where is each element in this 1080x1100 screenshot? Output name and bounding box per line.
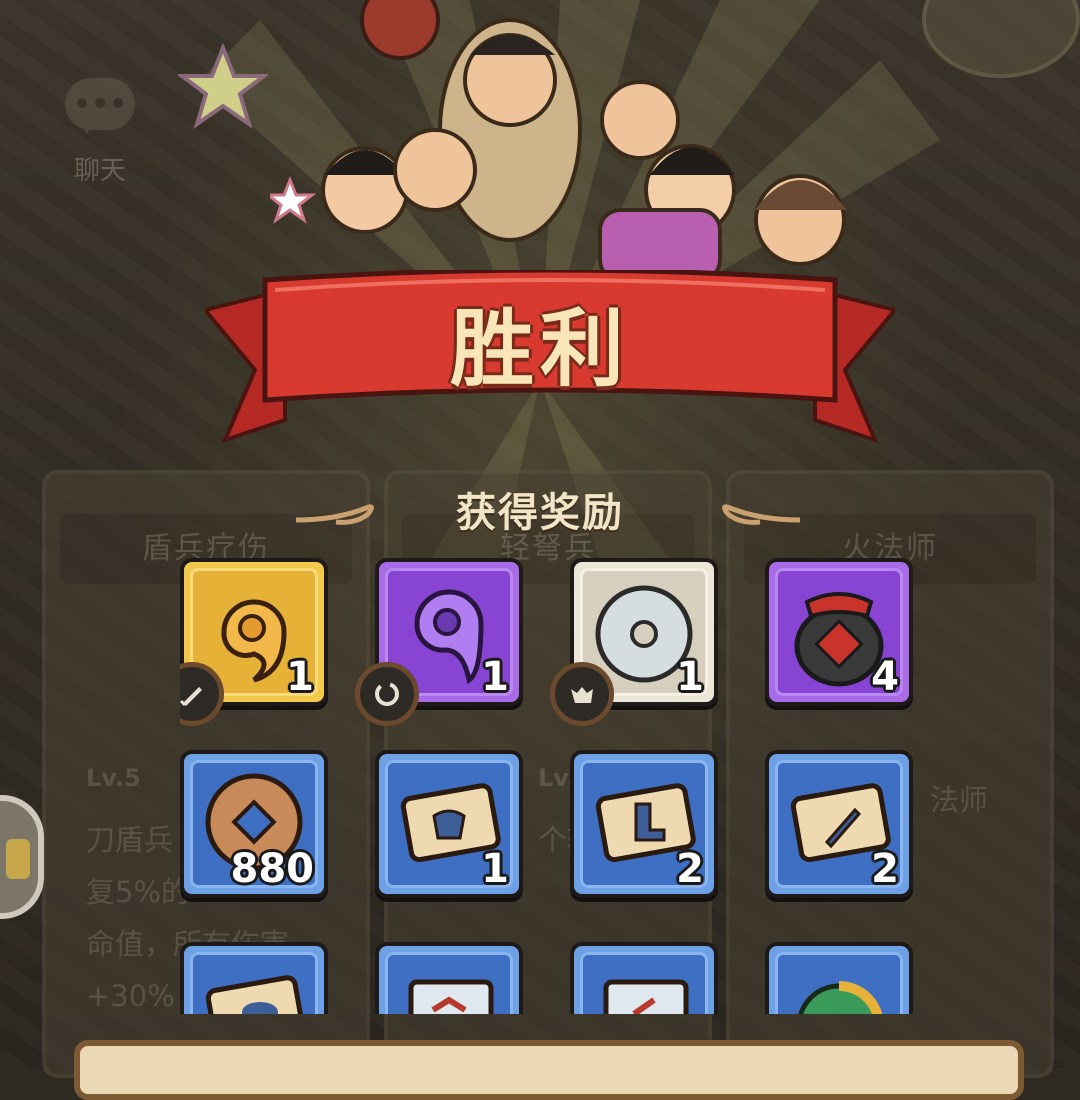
reward-count: 4 [871,654,899,700]
reward-item[interactable] [765,942,913,1014]
hero-card-level: Lv.5 [86,764,141,792]
beast-badge-icon [550,662,614,726]
reward-item[interactable] [375,942,523,1014]
scroll-icon [205,975,306,1014]
reward-count: 1 [676,654,704,700]
reward-item[interactable] [180,942,328,1014]
victory-title: 胜利 [449,304,630,397]
chat-icon [65,78,135,134]
reward-count: 2 [676,846,704,892]
reward-item[interactable]: 1 [375,750,523,898]
reward-count: 1 [286,654,314,700]
reward-item[interactable]: 4 [765,558,913,706]
rewards-title: 获得奖励 [456,490,624,536]
reward-count: 1 [481,846,509,892]
reward-count: 880 [230,846,315,892]
green-orb-icon [798,981,883,1014]
chat-button[interactable]: 聊天 [52,78,148,187]
map-scroll-icon [408,979,494,1014]
reward-count: 1 [481,654,509,700]
rewards-grid: 1 1 1 4 880 1 2 2 [180,558,922,1014]
star-icon [178,42,268,129]
reward-count: 2 [871,846,899,892]
reward-item[interactable]: 2 [765,750,913,898]
reward-item[interactable]: 2 [570,750,718,898]
celebration-characters-art [270,0,847,282]
map-scroll-icon [603,979,689,1014]
swirl-badge-icon [355,662,419,726]
bottom-action-bar[interactable] [74,1040,1024,1100]
chat-label: 聊天 [73,156,126,186]
reward-item[interactable] [570,942,718,1014]
reward-item[interactable]: 880 [180,750,328,898]
hero-card-desc: 法师 [930,783,989,817]
